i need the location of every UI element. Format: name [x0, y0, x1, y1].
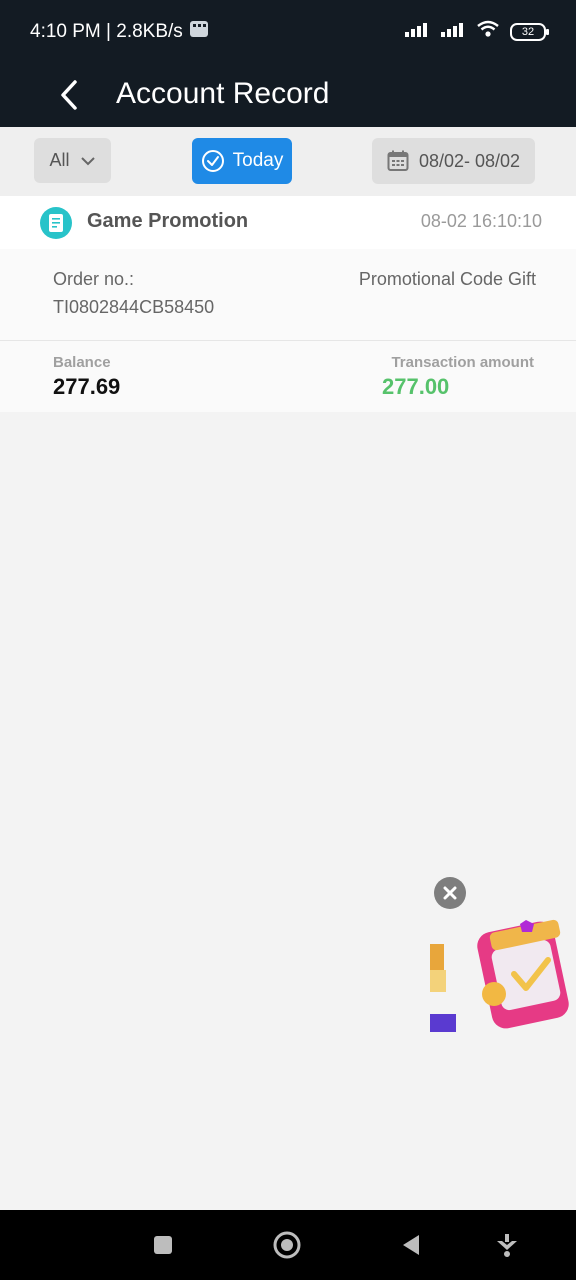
today-button[interactable]: Today — [192, 138, 292, 184]
transaction-amount: 277.00 — [382, 374, 450, 399]
order-description: Promotional Code Gift — [358, 269, 536, 289]
down-arrow-icon — [497, 1234, 517, 1257]
record-card[interactable]: Game Promotion 08-02 16:10:10 Order no.:… — [0, 196, 576, 412]
record-title: Game Promotion — [87, 210, 249, 232]
chevron-down-icon — [80, 156, 95, 165]
date-range-label: 08/02- 08/02 — [418, 150, 521, 171]
close-icon[interactable] — [434, 877, 466, 909]
balance-label: Balance — [53, 354, 111, 371]
signal-icon — [404, 21, 430, 42]
status-icons: 32 — [404, 20, 549, 43]
record-header: Game Promotion 08-02 16:10:10 — [0, 196, 576, 249]
receipt-icon — [40, 207, 72, 239]
triangle-back-icon — [403, 1235, 419, 1255]
check-circle-icon — [201, 150, 224, 172]
filter-bar: All Today 08/02- 08/02 — [0, 127, 576, 196]
recent-apps-button[interactable] — [148, 1230, 178, 1260]
filter-all-dropdown[interactable]: All — [34, 138, 111, 183]
order-label: Order no.: — [53, 269, 135, 289]
square-icon — [154, 1236, 172, 1254]
page-title: Account Record — [116, 77, 330, 110]
top-bar: 4:10 PM | 2.8KB/s 32 Account Record — [0, 0, 576, 127]
today-label: Today — [232, 150, 284, 171]
home-circle-icon — [273, 1231, 301, 1259]
wifi-icon — [476, 20, 500, 43]
back-nav-button[interactable] — [396, 1230, 426, 1260]
signal-icon-2 — [440, 21, 466, 42]
home-button[interactable] — [272, 1230, 302, 1260]
record-time: 08-02 16:10:10 — [420, 211, 542, 231]
status-time-speed: 4:10 PM | 2.8KB/s — [30, 21, 183, 42]
status-left: 4:10 PM | 2.8KB/s — [30, 20, 209, 44]
filter-all-label: All — [49, 150, 70, 170]
promo-floating-banner[interactable] — [430, 918, 570, 1038]
transaction-label: Transaction amount — [391, 354, 534, 371]
notification-icon — [189, 20, 209, 44]
divider — [0, 340, 576, 341]
back-button[interactable] — [50, 72, 86, 118]
chevron-left-icon — [61, 80, 77, 110]
status-bar: 4:10 PM | 2.8KB/s 32 — [0, 0, 576, 64]
date-range-button[interactable]: 08/02- 08/02 — [372, 138, 535, 184]
system-nav-bar — [0, 1210, 576, 1280]
header-nav: Account Record — [0, 64, 576, 127]
calendar-icon — [387, 150, 409, 171]
battery-icon: 32 — [510, 22, 549, 41]
assistant-button[interactable] — [492, 1230, 522, 1260]
order-number: TI0802844CB58450 — [53, 297, 215, 317]
balance-value: 277.69 — [53, 374, 121, 399]
